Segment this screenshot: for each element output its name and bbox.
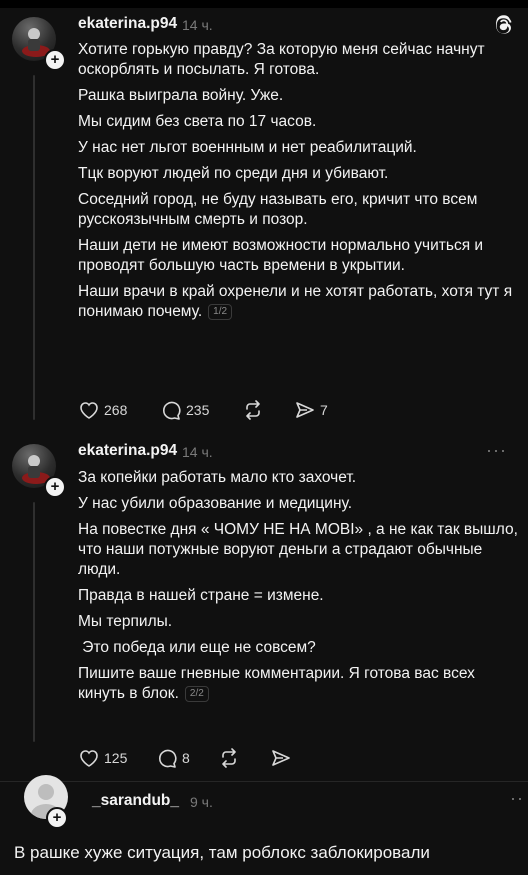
follow-plus-icon[interactable]: + — [46, 807, 68, 829]
post-username[interactable]: ekaterina.p94 — [78, 15, 177, 33]
post-paragraph: За копейки работать мало кто захочет. — [78, 469, 357, 486]
post-last-line: Пишите ваше гневные комментарии. Я готов… — [78, 664, 518, 704]
post-username[interactable]: ekaterina.p94 — [78, 442, 177, 460]
share-icon — [272, 750, 290, 766]
reply-text: В рашке хуже ситуация, там роблокс забло… — [14, 843, 430, 862]
repost-button[interactable] — [242, 398, 268, 422]
post-paragraph: У нас убили образование и медицину. — [78, 495, 353, 512]
post-paragraph: Тцк воруют людей по среди дня и убивают. — [78, 165, 389, 182]
post-paragraph: Наши дети не имеют возможности нормально… — [78, 237, 484, 274]
follow-plus-icon[interactable]: + — [44, 476, 66, 498]
thread-line — [33, 502, 35, 742]
comment-button[interactable]: 8 — [156, 746, 190, 770]
post-time: 14 ч. — [182, 444, 213, 460]
post-last-line: Наши врачи в край охренели и не хотят ра… — [78, 282, 518, 322]
page-indicator: 1/2 — [208, 304, 233, 320]
post-time: 14 ч. — [182, 17, 213, 33]
post-paragraph: Рашка выиграла войну. Уже. — [78, 87, 284, 104]
share-button[interactable]: 7 — [294, 398, 328, 422]
post-paragraph: Наши врачи в край охренели и не хотят ра… — [78, 283, 513, 320]
like-button[interactable]: 268 — [78, 398, 127, 422]
follow-plus-icon[interactable]: + — [44, 49, 66, 71]
more-options-icon[interactable]: ··· — [486, 440, 507, 461]
repost-icon — [246, 400, 260, 420]
comment-count: 235 — [186, 402, 210, 418]
post-paragraph: Это победа или еще не совсем? — [78, 639, 316, 656]
comment-icon — [163, 401, 181, 420]
reply-time: 9 ч. — [190, 794, 213, 810]
reply-username[interactable]: _sarandub_ — [92, 792, 179, 810]
post-paragraph: Мы сидим без света по 17 часов. — [78, 113, 317, 130]
post-paragraph: У нас нет льгот военнным и нет реабилита… — [78, 139, 417, 156]
heart-icon — [80, 750, 98, 767]
comment-button[interactable]: 235 — [160, 398, 209, 422]
divider — [0, 781, 528, 782]
thread-line — [33, 75, 35, 420]
share-icon — [296, 402, 314, 418]
post-body: Хотите горькую правду? За которую меня с… — [78, 40, 518, 328]
status-strip — [0, 0, 528, 8]
like-button[interactable]: 125 — [78, 746, 127, 770]
post-paragraph: Мы терпилы. — [78, 613, 173, 630]
post-paragraph: Правда в нашей стране = измене. — [78, 587, 324, 604]
repost-button[interactable] — [218, 746, 244, 770]
page-indicator: 2/2 — [184, 686, 209, 702]
share-count: 7 — [320, 402, 328, 418]
comment-icon — [159, 749, 177, 768]
post-paragraph: Хотите горькую правду? За которую меня с… — [78, 41, 485, 78]
share-button[interactable] — [270, 746, 296, 770]
post-paragraph: На повестке дня « ЧОМУ НЕ НА МОВІ» , а н… — [78, 521, 518, 578]
post-paragraph: Соседний город, не буду называть его, кр… — [78, 191, 478, 228]
threads-logo-icon[interactable] — [494, 15, 514, 40]
heart-icon — [80, 402, 98, 419]
comment-count: 8 — [182, 750, 190, 766]
post-paragraph: Пишите ваше гневные комментарии. Я готов… — [78, 665, 475, 702]
like-count: 125 — [104, 750, 128, 766]
repost-icon — [222, 748, 236, 768]
post-body: За копейки работать мало кто захочет. У … — [78, 468, 518, 710]
like-count: 268 — [104, 402, 128, 418]
more-options-icon[interactable]: ·· — [510, 788, 524, 809]
